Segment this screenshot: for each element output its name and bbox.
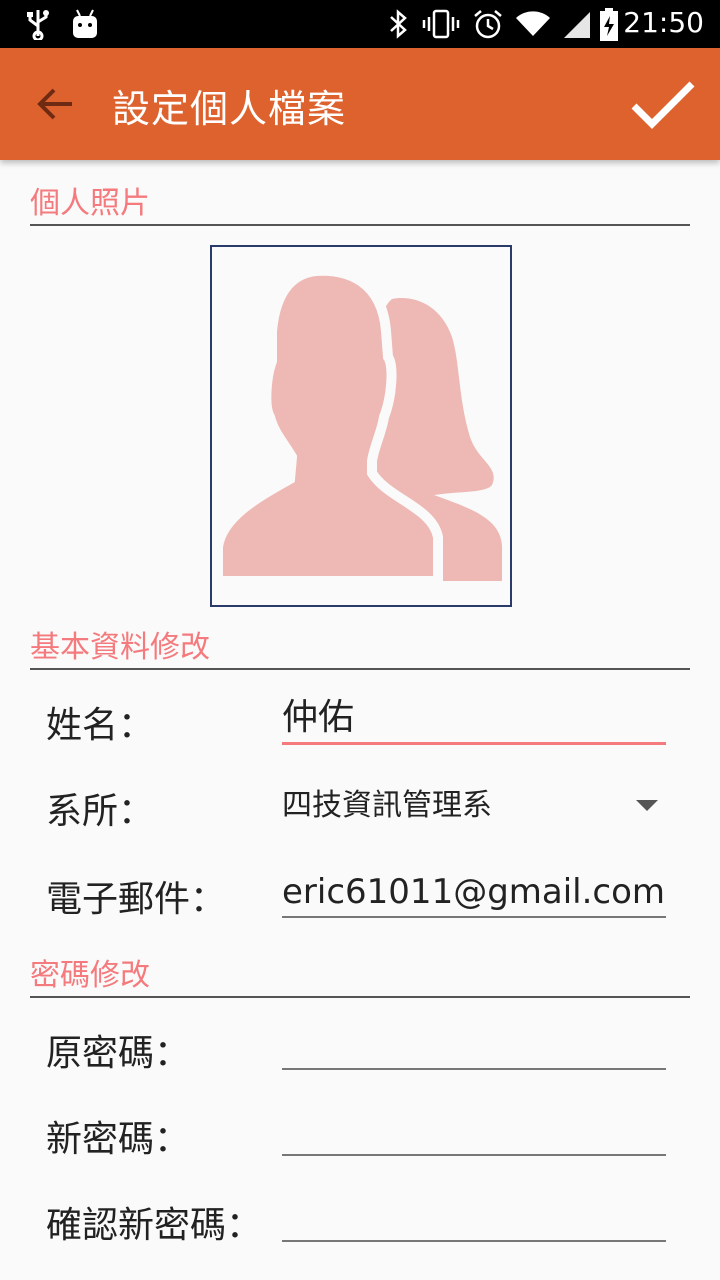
email-label: 電子郵件： xyxy=(46,879,227,920)
new-password-input[interactable] xyxy=(282,1106,666,1156)
department-label: 系所： xyxy=(46,791,155,832)
confirm-password-label: 確認新密碼： xyxy=(46,1205,263,1246)
arrow-back-icon xyxy=(37,88,72,120)
section-header-photo: 個人照片 xyxy=(30,184,690,226)
email-input[interactable]: eric61011@gmail.com xyxy=(282,868,666,918)
wifi-icon xyxy=(516,11,550,36)
department-select[interactable]: 四技資訊管理系 xyxy=(282,780,666,832)
clock: 21:50 xyxy=(623,6,704,39)
department-value: 四技資訊管理系 xyxy=(282,788,492,823)
confirm-button[interactable] xyxy=(628,74,698,134)
usb-icon xyxy=(27,10,49,40)
app-toolbar: 設定個人檔案 xyxy=(0,48,720,160)
name-label: 姓名： xyxy=(46,705,155,746)
old-password-input[interactable] xyxy=(282,1020,666,1070)
signal-icon xyxy=(564,12,590,38)
section-header-password: 密碼修改 xyxy=(30,956,690,998)
battery-charging-icon xyxy=(600,8,618,41)
page-title: 設定個人檔案 xyxy=(112,87,347,131)
new-password-label: 新密碼： xyxy=(46,1119,191,1160)
dropdown-arrow-icon xyxy=(636,800,658,811)
status-bar: 21:50 xyxy=(0,0,720,48)
confirm-password-input[interactable] xyxy=(282,1192,666,1242)
old-password-label: 原密碼： xyxy=(46,1033,191,1074)
vibrate-icon xyxy=(422,9,460,39)
name-input[interactable]: 仲佑 xyxy=(282,694,666,745)
bluetooth-icon xyxy=(390,9,407,39)
section-header-basic-info: 基本資料修改 xyxy=(30,628,690,670)
check-icon xyxy=(631,81,695,129)
android-icon xyxy=(73,9,97,38)
profile-photo[interactable] xyxy=(210,245,512,607)
alarm-icon xyxy=(474,10,502,39)
person-silhouettes-icon xyxy=(213,265,503,586)
back-button[interactable] xyxy=(26,74,86,134)
